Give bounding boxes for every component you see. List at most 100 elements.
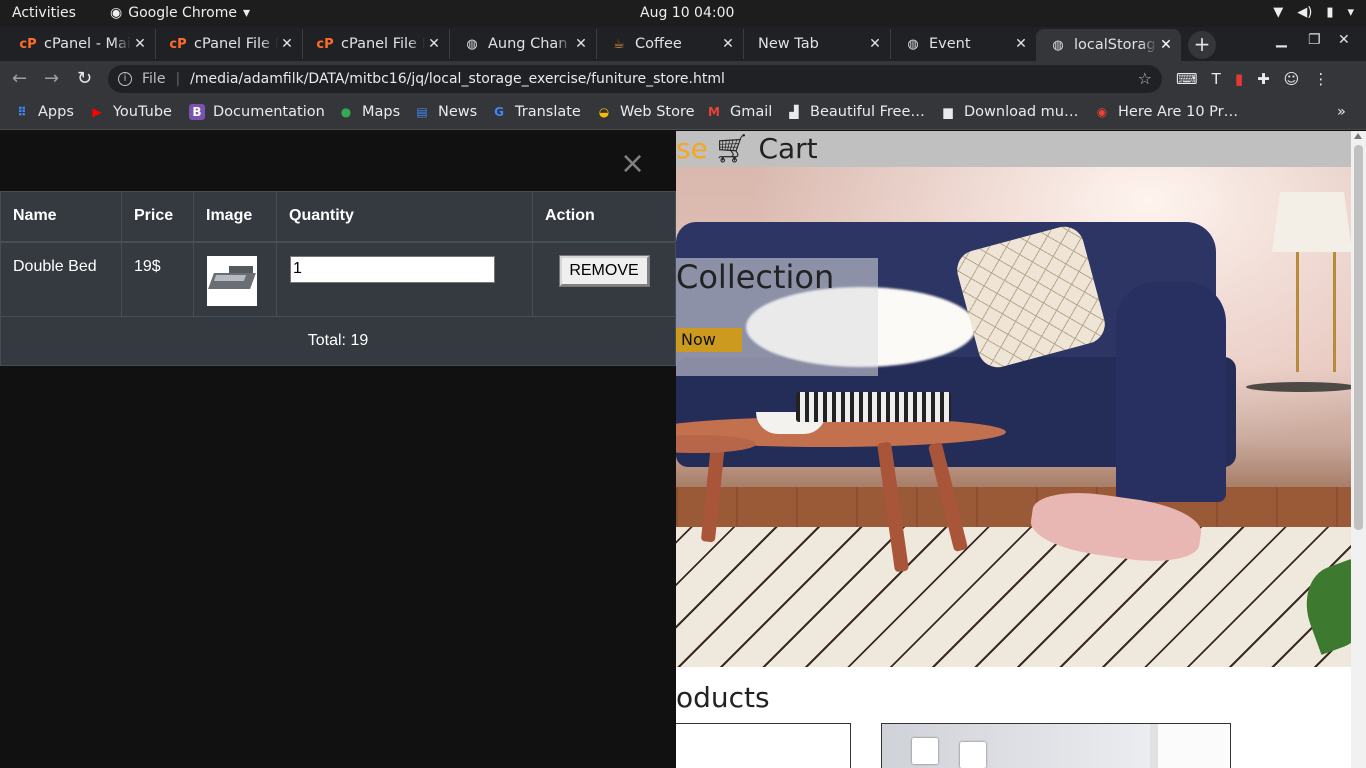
system-top-bar: Activities ◉ Google Chrome ▾ Aug 10 04:0… [0, 0, 1366, 27]
tab-aung-chan[interactable]: ◍ Aung Chan Oo ✕ [450, 29, 597, 59]
avatar[interactable]: ☺ [1284, 70, 1300, 88]
bookmark-icon: ▟ [789, 105, 799, 119]
bookmarks-overflow-icon[interactable]: » [1337, 104, 1346, 120]
bootstrap-icon: B [189, 104, 205, 120]
minimize-icon[interactable]: ▁ [1276, 32, 1287, 48]
tab-title: cPanel File Manager [341, 36, 425, 52]
bookmark-maps[interactable]: ● Maps [338, 104, 400, 120]
bookmark-web-store[interactable]: ◒ Web Store [596, 104, 695, 120]
scrollbar-thumb[interactable] [1354, 145, 1363, 530]
youtube-icon: ▶ [92, 105, 102, 119]
close-tab-icon[interactable]: ✕ [278, 36, 296, 52]
close-tab-icon[interactable]: ✕ [425, 36, 443, 52]
hero-title: Collection [676, 258, 835, 296]
tab-new-tab[interactable]: New Tab ✕ [744, 29, 891, 59]
bookmark-label: Translate [515, 104, 581, 120]
hero-vase [796, 392, 951, 422]
address-bar[interactable]: i File | /media/adamfilk/DATA/mitbc16/jq… [108, 65, 1162, 93]
url-text[interactable]: /media/adamfilk/DATA/mitbc16/jq/local_st… [190, 71, 725, 87]
cpanel-icon: cP [19, 36, 37, 52]
bookmark-youtube[interactable]: ▶ YouTube [89, 104, 172, 120]
tab-cpanel-mail[interactable]: cP cPanel - Mail ✕ [6, 29, 156, 59]
cart-link[interactable]: 🛒︎ Cart [714, 132, 818, 165]
bookmark-gmail[interactable]: M Gmail [706, 104, 772, 120]
total-row: Total: 19 [0, 316, 676, 366]
close-tab-icon[interactable]: ✕ [719, 36, 737, 52]
shop-now-button[interactable]: Now [676, 328, 742, 352]
kebab-menu-icon[interactable]: ⋮ [1313, 70, 1328, 88]
tab-strip: cP cPanel - Mail ✕ cP cPanel File Manage… [0, 27, 1366, 61]
item-price: 19$ [121, 241, 194, 317]
tab-coffee[interactable]: ☕ Coffee ✕ [597, 29, 744, 59]
hero-sofa-arm [1116, 282, 1226, 502]
product-card[interactable] [676, 723, 851, 768]
cart-overlay: × Name Price Image Quantity Action Doubl… [0, 131, 676, 768]
battery-icon: ▮ [1326, 5, 1334, 20]
tab-localstorage[interactable]: ◍ localStorage ✕ [1036, 29, 1181, 61]
close-tab-icon[interactable]: ✕ [866, 36, 884, 52]
close-tab-icon[interactable]: ✕ [131, 36, 149, 52]
bookmark-label: Maps [362, 104, 401, 120]
bookmark-download[interactable]: ▆ Download mu… [940, 104, 1079, 120]
tab-title: Aung Chan Oo [488, 36, 572, 52]
forward-icon[interactable]: → [44, 68, 59, 89]
close-tab-icon[interactable]: ✕ [1157, 37, 1175, 53]
hero-rug [676, 527, 1351, 667]
bookmark-icon: ▆ [943, 105, 953, 119]
keyboard-icon[interactable]: ⌨ [1176, 70, 1198, 88]
bookmark-label: Beautiful Free… [810, 104, 925, 120]
column-header-action: Action [532, 191, 676, 243]
puzzle-icon[interactable]: ✚ [1257, 70, 1270, 88]
app-menu[interactable]: ◉ Google Chrome ▾ [110, 5, 250, 21]
remove-button[interactable]: REMOVE [559, 255, 649, 286]
hero-lamp-stand [1296, 252, 1336, 372]
webstore-icon: ◒ [598, 105, 610, 119]
bookmark-documentation[interactable]: B Documentation [189, 104, 325, 120]
tab-title: cPanel - Mail [44, 36, 131, 52]
bookmark-label: Download mu… [964, 104, 1079, 120]
bookmark-beautiful-free[interactable]: ▟ Beautiful Free… [786, 104, 925, 120]
scroll-up-icon[interactable] [1354, 133, 1362, 139]
table-header-row: Name Price Image Quantity Action [0, 191, 676, 243]
divider: | [175, 71, 181, 87]
globe-icon: ◍ [907, 36, 919, 52]
back-icon[interactable]: ← [12, 68, 27, 89]
table-row: Double Bed 19$ REMOVE [0, 241, 676, 317]
red-extension-icon[interactable]: ▮ [1235, 70, 1243, 88]
activities-button[interactable]: Activities [12, 5, 76, 21]
system-tray[interactable]: ▼ ◀) ▮ ▾ [1273, 5, 1354, 20]
hero-caption: Collection Now [676, 258, 878, 376]
bookmark-apps[interactable]: ⠿ Apps [14, 104, 74, 120]
bookmark-news[interactable]: ▤ News [414, 104, 477, 120]
maps-pin-icon: ● [340, 105, 352, 119]
window-image [1150, 724, 1230, 768]
bookmark-label: Gmail [730, 104, 773, 120]
quantity-input[interactable] [290, 255, 495, 283]
text-tool-icon[interactable]: T [1212, 70, 1221, 88]
new-tab-button[interactable]: + [1188, 31, 1216, 59]
bed-sheet [213, 274, 247, 281]
tab-cpanel-file-manager[interactable]: cP cPanel File Manager ✕ [156, 29, 303, 59]
close-tab-icon[interactable]: ✕ [1012, 36, 1030, 52]
wall-art-image [912, 738, 938, 764]
tab-title: Coffee [635, 36, 682, 52]
window-close-icon[interactable]: ✕ [1338, 32, 1350, 48]
cpanel-icon: cP [316, 36, 334, 52]
page-scrollbar[interactable] [1351, 131, 1366, 768]
close-icon[interactable]: × [620, 149, 645, 179]
bookmark-here-are-10[interactable]: ◉ Here Are 10 Pr… [1094, 104, 1238, 120]
restore-icon[interactable]: ❐ [1308, 32, 1321, 48]
cpanel-icon: cP [169, 36, 187, 52]
close-tab-icon[interactable]: ✕ [572, 36, 590, 52]
info-icon[interactable]: i [118, 72, 132, 86]
product-card[interactable] [881, 723, 1231, 768]
site-brand[interactable]: se [676, 132, 708, 165]
bookmark-star-icon[interactable]: ☆ [1138, 69, 1152, 88]
reload-icon[interactable]: ↻ [77, 68, 92, 89]
browser-toolbar: ← → ↻ i File | /media/adamfilk/DATA/mitb… [0, 61, 1366, 97]
item-image-cell [193, 241, 277, 317]
bookmark-translate[interactable]: G Translate [491, 104, 581, 120]
clock[interactable]: Aug 10 04:00 [640, 5, 734, 21]
tab-event[interactable]: ◍ Event ✕ [891, 29, 1036, 59]
tab-cpanel-file-manager-2[interactable]: cP cPanel File Manager ✕ [303, 29, 450, 59]
